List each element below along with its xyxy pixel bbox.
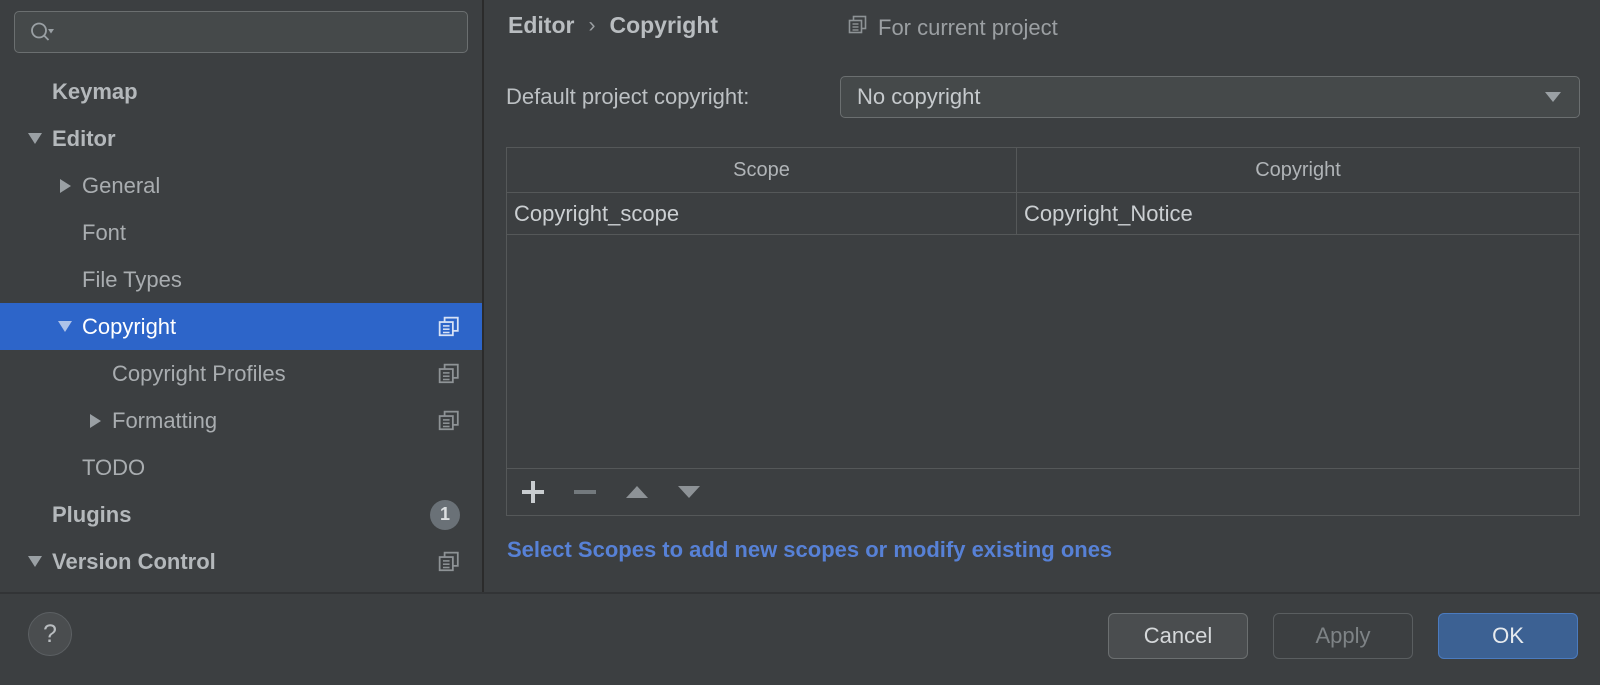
arrow-down-icon bbox=[678, 486, 700, 498]
sidebar-item-label: File Types bbox=[82, 266, 182, 292]
breadcrumb-separator: › bbox=[588, 13, 596, 37]
copy-icon bbox=[438, 363, 460, 385]
copy-icon bbox=[848, 15, 868, 41]
chevron-down-icon[interactable] bbox=[22, 126, 48, 152]
for-current-project-label: For current project bbox=[878, 15, 1058, 40]
sidebar-item-label: Formatting bbox=[112, 407, 218, 433]
sidebar-item-formatting[interactable]: Formatting bbox=[0, 397, 482, 444]
move-down-button[interactable] bbox=[663, 469, 715, 516]
sidebar-item-copyright[interactable]: Copyright bbox=[0, 303, 482, 350]
sidebar-item-label: Keymap bbox=[52, 78, 138, 104]
table-row[interactable]: Copyright_scope Copyright_Notice bbox=[507, 193, 1579, 235]
add-button[interactable] bbox=[507, 469, 559, 516]
dialog-footer: ? Cancel Apply OK bbox=[0, 592, 1600, 685]
table-toolbar bbox=[506, 469, 1580, 516]
sidebar-item-copyright-profiles[interactable]: Copyright Profiles bbox=[0, 350, 482, 397]
apply-button[interactable]: Apply bbox=[1273, 613, 1413, 659]
chevron-right-icon[interactable] bbox=[82, 408, 108, 434]
plus-icon bbox=[522, 481, 544, 503]
copy-icon bbox=[438, 410, 460, 432]
select-scopes-link[interactable]: Select Scopes to add new scopes or modif… bbox=[507, 537, 1112, 563]
table-body[interactable]: Copyright_scope Copyright_Notice bbox=[507, 193, 1579, 468]
default-copyright-row: Default project copyright: No copyright bbox=[506, 76, 1580, 118]
sidebar-item-label: Plugins bbox=[52, 501, 132, 527]
sidebar-item-file-types[interactable]: File Types bbox=[0, 256, 482, 303]
breadcrumb: Editor › Copyright bbox=[508, 12, 718, 39]
search-input[interactable] bbox=[14, 11, 468, 53]
default-copyright-select[interactable]: No copyright bbox=[840, 76, 1580, 118]
sidebar-item-label: General bbox=[82, 172, 161, 198]
search-box[interactable] bbox=[14, 11, 468, 53]
settings-dialog: Keymap Editor General Font File Types Copyrig… bbox=[0, 0, 1600, 685]
chevron-down-icon bbox=[1545, 92, 1561, 102]
table-header-row: Scope Copyright bbox=[507, 148, 1579, 193]
sidebar-item-font[interactable]: Font bbox=[0, 209, 482, 256]
sidebar-item-label: Font bbox=[82, 219, 127, 245]
search-icon bbox=[29, 21, 55, 43]
default-copyright-label: Default project copyright: bbox=[506, 84, 750, 109]
chevron-down-icon[interactable] bbox=[22, 549, 48, 575]
cancel-button[interactable]: Cancel bbox=[1108, 613, 1248, 659]
chevron-down-icon[interactable] bbox=[52, 314, 78, 340]
copy-icon bbox=[438, 551, 460, 573]
breadcrumb-parent[interactable]: Editor bbox=[508, 12, 574, 39]
minus-icon bbox=[574, 490, 596, 494]
arrow-up-icon bbox=[626, 486, 648, 498]
column-header-copyright[interactable]: Copyright bbox=[1017, 148, 1579, 192]
move-up-button[interactable] bbox=[611, 469, 663, 516]
sidebar-item-version-control[interactable]: Version Control bbox=[0, 538, 482, 585]
default-copyright-value: No copyright bbox=[857, 84, 981, 109]
chevron-right-icon[interactable] bbox=[52, 173, 78, 199]
cell-scope[interactable]: Copyright_scope bbox=[507, 193, 1017, 234]
copy-icon bbox=[438, 316, 460, 338]
breadcrumb-current: Copyright bbox=[609, 12, 719, 38]
for-current-project-indicator: For current project bbox=[848, 15, 1058, 41]
sidebar-item-label: TODO bbox=[82, 454, 146, 480]
copyright-settings-panel: Editor › Copyright For current project D… bbox=[486, 0, 1600, 592]
scopes-table[interactable]: Scope Copyright Copyright_scope Copyright… bbox=[506, 147, 1580, 469]
remove-button[interactable] bbox=[559, 469, 611, 516]
sidebar-item-general[interactable]: General bbox=[0, 162, 482, 209]
sidebar-item-label: Version Control bbox=[52, 548, 216, 574]
settings-sidebar: Keymap Editor General Font File Types Copyrig… bbox=[0, 0, 484, 592]
column-header-scope[interactable]: Scope bbox=[507, 148, 1017, 192]
sidebar-item-label: Copyright bbox=[82, 313, 177, 339]
plugin-count-badge: 1 bbox=[430, 499, 460, 530]
dialog-button-group: Cancel Apply OK bbox=[1108, 613, 1578, 659]
sidebar-item-keymap[interactable]: Keymap bbox=[0, 68, 482, 115]
sidebar-item-todo[interactable]: TODO bbox=[0, 444, 482, 491]
settings-tree[interactable]: Keymap Editor General Font File Types Copyrig… bbox=[0, 68, 482, 592]
sidebar-item-label: Editor bbox=[52, 125, 116, 151]
sidebar-item-plugins[interactable]: Plugins 1 bbox=[0, 491, 482, 538]
help-button[interactable]: ? bbox=[28, 612, 72, 656]
sidebar-item-label: Copyright Profiles bbox=[112, 360, 286, 386]
ok-button[interactable]: OK bbox=[1438, 613, 1578, 659]
cell-copyright[interactable]: Copyright_Notice bbox=[1017, 193, 1579, 234]
sidebar-item-editor[interactable]: Editor bbox=[0, 115, 482, 162]
badge-count: 1 bbox=[430, 499, 460, 530]
